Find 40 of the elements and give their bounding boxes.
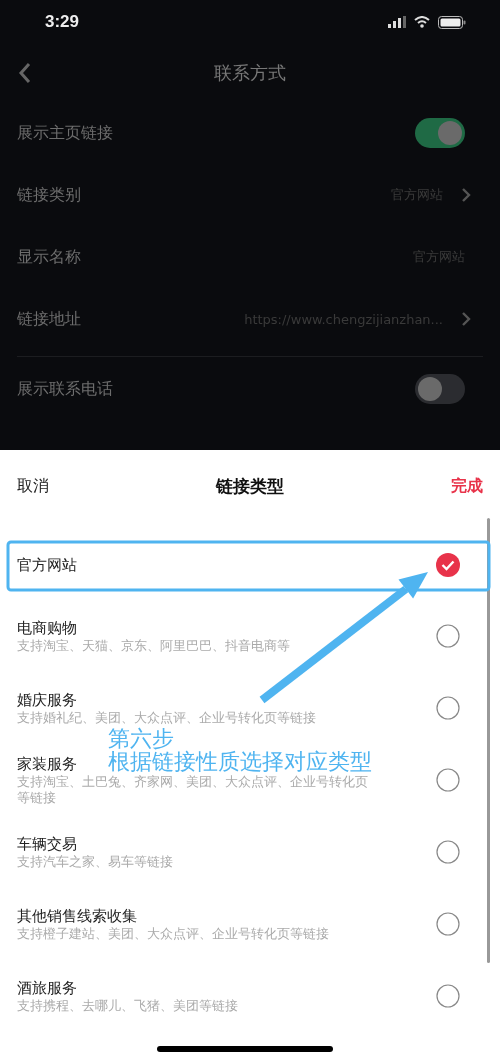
page-title: 联系方式 (214, 61, 286, 85)
radio-button[interactable] (436, 840, 460, 864)
option-title[interactable]: 官方网站 (17, 555, 77, 575)
toggle-switch[interactable] (415, 374, 465, 404)
setting-label: 链接类别 (17, 184, 81, 206)
battery-icon (438, 15, 466, 29)
option-title[interactable]: 车辆交易 (17, 834, 77, 854)
setting-label: 显示名称 (17, 246, 81, 268)
setting-label: 展示主页链接 (17, 122, 113, 144)
option-description: 支持汽车之家、易车等链接 (17, 854, 173, 870)
cancel-button[interactable]: 取消 (17, 475, 49, 497)
annotation-step: 第六步 (108, 727, 174, 750)
chevron-icon (461, 187, 471, 203)
annotation-text: 根据链接性质选择对应类型 (108, 750, 372, 773)
done-button[interactable]: 完成 (451, 475, 483, 497)
sheet-title: 链接类型 (216, 474, 284, 498)
signal-icon (388, 16, 406, 28)
radio-button[interactable] (436, 696, 460, 720)
option-description: 支持婚礼纪、美团、大众点评、企业号转化页等链接 (17, 710, 316, 726)
option-title[interactable]: 婚庆服务 (17, 690, 77, 710)
option-description: 支持淘宝、天猫、京东、阿里巴巴、抖音电商等 (17, 638, 290, 654)
radio-button-checked[interactable] (436, 553, 460, 577)
chevron-icon (461, 311, 471, 327)
radio-button[interactable] (436, 984, 460, 1008)
option-description: 支持携程、去哪儿、飞猪、美团等链接 (17, 998, 238, 1014)
option-description: 支持橙子建站、美团、大众点评、企业号转化页等链接 (17, 926, 329, 942)
back-icon[interactable] (18, 62, 32, 84)
status-time: 3:29 (45, 12, 80, 32)
option-title[interactable]: 酒旅服务 (17, 978, 77, 998)
radio-button[interactable] (436, 912, 460, 936)
radio-button[interactable] (436, 768, 460, 792)
option-title[interactable]: 家装服务 (17, 754, 77, 774)
option-title[interactable]: 其他销售线索收集 (17, 906, 137, 926)
toggle-switch[interactable] (415, 118, 465, 148)
option-title[interactable]: 电商购物 (17, 618, 77, 638)
setting-label: 展示联系电话 (17, 378, 113, 400)
option-description: 支持淘宝、土巴兔、齐家网、美团、大众点评、企业号转化页等链接 (17, 774, 369, 806)
setting-label: 链接地址 (17, 308, 81, 330)
wifi-icon (414, 16, 430, 28)
radio-button[interactable] (436, 624, 460, 648)
